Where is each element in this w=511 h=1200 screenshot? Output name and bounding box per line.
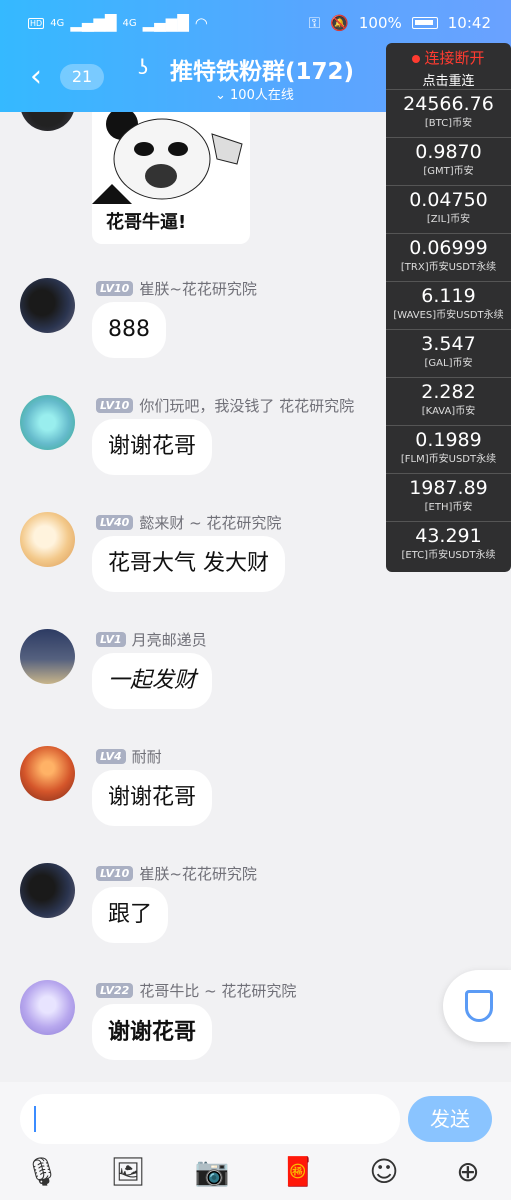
- ticker-symbol: [ZIL]币安: [426, 214, 471, 225]
- ticker-symbol: [FLM]币安USDT永续: [400, 454, 497, 465]
- sender-name[interactable]: 耐耐: [132, 746, 162, 767]
- sender-name[interactable]: 花哥牛比 ~ 花花研究院: [139, 980, 296, 1001]
- ticker-price: 24566.76: [403, 93, 494, 115]
- ticker-price: 1987.89: [409, 477, 488, 499]
- ticker-price: 6.119: [421, 285, 476, 307]
- online-count: ⌄ 100人在线: [215, 88, 294, 103]
- wifi-icon: ◠: [194, 14, 208, 32]
- ticker-item[interactable]: 3.547 [GAL]币安: [386, 329, 511, 377]
- message-bubble[interactable]: 花哥大气 发大财: [92, 536, 285, 592]
- ticker-item[interactable]: 0.9870 [GMT]币安: [386, 137, 511, 185]
- red-packet-icon[interactable]: 🧧: [278, 1152, 318, 1192]
- ticker-header[interactable]: 连接断开 点击重连: [386, 43, 511, 89]
- text-caret: [34, 1106, 36, 1132]
- image-icon[interactable]: 🖼: [108, 1152, 148, 1192]
- message-bubble[interactable]: 一起发财: [92, 653, 213, 709]
- key-icon: ⚿: [308, 14, 321, 32]
- level-badge: LV40: [96, 515, 134, 530]
- panda-sticker-icon: [92, 112, 243, 204]
- message-bubble[interactable]: 谢谢花哥: [92, 770, 213, 826]
- ticker-price: 3.547: [421, 333, 476, 355]
- ticker-price: 0.9870: [415, 141, 482, 163]
- sender-name[interactable]: 崔朕~花花研究院: [139, 863, 257, 884]
- level-badge: LV22: [96, 983, 134, 998]
- disconnected-dot-icon: [412, 54, 421, 63]
- avatar[interactable]: [20, 112, 75, 131]
- ticker-price: 0.1989: [415, 429, 482, 451]
- ticker-price: 0.04750: [409, 189, 488, 211]
- ticker-item[interactable]: 0.1989 [FLM]币安USDT永续: [386, 425, 511, 473]
- input-toolbar: 🎙 🖼 📷 🧧 ☺ ⊕: [0, 1152, 511, 1196]
- ticker-symbol: [TRX]币安USDT永续: [400, 262, 497, 273]
- ticker-item[interactable]: 0.04750 [ZIL]币安: [386, 185, 511, 233]
- ticker-price: 0.06999: [409, 237, 488, 259]
- message-bubble[interactable]: 谢谢花哥: [92, 419, 213, 475]
- level-badge: LV10: [96, 866, 134, 881]
- ticker-symbol: [GMT]币安: [423, 166, 474, 177]
- send-button[interactable]: 发送: [408, 1096, 492, 1142]
- sender-name[interactable]: 月亮邮递员: [132, 629, 207, 650]
- emoji-icon[interactable]: ☺: [364, 1152, 404, 1192]
- ticker-price: 43.291: [415, 525, 482, 547]
- battery-percent: 100%: [358, 14, 402, 32]
- signal-icon: ▂▄▆█: [142, 14, 189, 32]
- mute-icon: 🔕: [330, 14, 349, 32]
- ticker-item[interactable]: 6.119 [WAVES]币安USDT永续: [386, 281, 511, 329]
- level-badge: LV1: [96, 632, 126, 647]
- input-bar: 发送 🎙 🖼 📷 🧧 ☺ ⊕: [0, 1082, 511, 1200]
- level-badge: LV10: [96, 398, 134, 413]
- ear-icon[interactable]: ʖ: [138, 55, 148, 79]
- signal-left-label: 4G: [50, 17, 65, 29]
- sticker-caption: 花哥牛逼!: [106, 212, 187, 233]
- level-badge: LV10: [96, 281, 134, 296]
- ticker-symbol: [GAL]币安: [424, 358, 473, 369]
- signal-icon: ▂▄▆█: [70, 14, 117, 32]
- ticker-item[interactable]: 43.291 [ETC]币安USDT永续: [386, 521, 511, 569]
- back-icon[interactable]: ‹: [30, 62, 42, 92]
- avatar[interactable]: [20, 629, 75, 684]
- avatar[interactable]: [20, 278, 75, 333]
- hd-badge: HD: [28, 17, 45, 29]
- ticker-item[interactable]: 2.282 [KAVA]币安: [386, 377, 511, 425]
- ticker-symbol: [ETC]币安USDT永续: [401, 550, 496, 561]
- ticker-item[interactable]: 0.06999 [TRX]币安USDT永续: [386, 233, 511, 281]
- ticker-price: 2.282: [421, 381, 476, 403]
- group-title[interactable]: 推特铁粉群(172): [170, 52, 354, 86]
- message-bubble[interactable]: 谢谢花哥: [92, 1004, 213, 1060]
- reconnect-link[interactable]: 点击重连: [386, 70, 511, 89]
- plus-icon[interactable]: ⊕: [448, 1152, 488, 1192]
- status-bar: HD 4G ▂▄▆█ 4G ▂▄▆█ ◠ ⚿ 🔕 100% 10:42: [28, 10, 491, 40]
- ticker-symbol: [ETH]币安: [424, 502, 473, 513]
- clock: 10:42: [447, 14, 491, 32]
- sender-name[interactable]: 你们玩吧，我没钱了 花花研究院: [139, 395, 354, 416]
- message-bubble[interactable]: 跟了: [92, 887, 169, 943]
- sender-name[interactable]: 懿来财 ~ 花花研究院: [139, 512, 281, 533]
- ticker-symbol: [KAVA]币安: [421, 406, 476, 417]
- sender-name[interactable]: 崔朕~花花研究院: [139, 278, 257, 299]
- camera-icon[interactable]: 📷: [192, 1152, 232, 1192]
- disconnected-label: 连接断开: [424, 49, 485, 67]
- security-float-button[interactable]: [443, 970, 511, 1042]
- price-ticker[interactable]: 连接断开 点击重连 24566.76 [BTC]币安 0.9870 [GMT]币安 …: [386, 43, 511, 572]
- avatar[interactable]: [20, 746, 75, 801]
- message-bubble[interactable]: 888: [92, 302, 166, 358]
- signal-right-label: 4G: [122, 17, 137, 29]
- shield-icon: [465, 990, 493, 1022]
- message-input[interactable]: [20, 1094, 400, 1144]
- ticker-symbol: [WAVES]币安USDT永续: [393, 310, 504, 321]
- ticker-item[interactable]: 24566.76 [BTC]币安: [386, 89, 511, 137]
- ticker-item[interactable]: 1987.89 [ETH]币安: [386, 473, 511, 521]
- battery-icon: [411, 17, 438, 29]
- avatar[interactable]: [20, 512, 75, 567]
- ticker-symbol: [BTC]币安: [424, 118, 473, 129]
- level-badge: LV4: [96, 749, 126, 764]
- avatar[interactable]: [20, 395, 75, 450]
- microphone-icon[interactable]: 🎙: [22, 1152, 62, 1192]
- sticker-image[interactable]: 花哥牛逼!: [92, 112, 250, 244]
- avatar[interactable]: [20, 980, 75, 1035]
- avatar[interactable]: [20, 863, 75, 918]
- unread-count-badge[interactable]: 21: [60, 64, 104, 90]
